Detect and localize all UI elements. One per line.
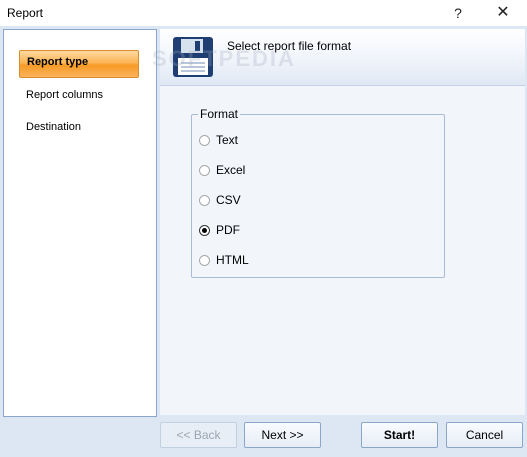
back-button[interactable]: << Back (160, 422, 237, 448)
close-button[interactable]: ✕ (483, 0, 523, 26)
wizard-steps-sidebar: Report type Report columns Destination (3, 29, 157, 417)
radio-button[interactable] (199, 135, 210, 146)
radio-button[interactable] (199, 195, 210, 206)
format-option-label[interactable]: Excel (216, 163, 245, 177)
floppy-disk-icon (173, 37, 213, 77)
title-bar: Report ? ✕ (0, 0, 527, 26)
step-content: Format Text Excel CSV PDF HTML (160, 86, 525, 415)
format-legend: Format (198, 107, 241, 121)
step-title: Select report file format (227, 39, 352, 53)
window-title: Report (7, 6, 44, 20)
radio-button[interactable] (199, 165, 210, 176)
dialog-client: Report type Report columns Destination S… (0, 26, 527, 457)
start-button[interactable]: Start! (361, 422, 438, 448)
sidebar-item-report-columns[interactable]: Report columns (4, 82, 156, 110)
radio-button[interactable] (199, 255, 210, 266)
sidebar-item-destination[interactable]: Destination (4, 114, 156, 142)
format-option-label[interactable]: Text (216, 133, 238, 147)
sidebar-item-label: Report type (27, 56, 89, 68)
format-option-label[interactable]: HTML (216, 253, 249, 267)
next-button[interactable]: Next >> (244, 422, 321, 448)
sidebar-item-label: Report columns (26, 89, 104, 101)
cancel-button[interactable]: Cancel (446, 422, 523, 448)
format-option-label[interactable]: CSV (216, 193, 241, 207)
format-groupbox: Format Text Excel CSV PDF HTML (191, 107, 445, 278)
step-header: Select report file format (160, 29, 525, 86)
radio-button-selected[interactable] (199, 225, 210, 236)
sidebar-item-report-type[interactable]: Report type (4, 30, 156, 78)
sidebar-item-label: Destination (26, 121, 82, 133)
format-option-label[interactable]: PDF (216, 223, 240, 237)
help-button[interactable]: ? (438, 0, 478, 26)
